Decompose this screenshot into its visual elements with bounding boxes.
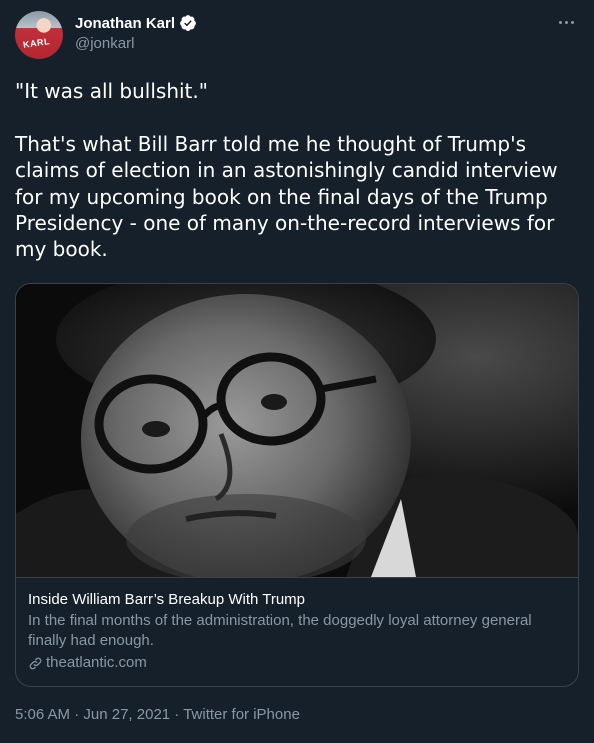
meta-separator: · — [170, 706, 184, 723]
author-handle[interactable]: @jonkarl — [75, 35, 197, 52]
ellipsis-dot — [570, 20, 574, 24]
tweet-date[interactable]: Jun 27, 2021 — [83, 706, 170, 723]
tweet: KARL Jonathan Karl @jonkarl "It was all … — [0, 0, 594, 743]
link-preview-card[interactable]: Inside William Barr’s Breakup With Trump… — [15, 283, 579, 687]
card-divider — [16, 577, 578, 578]
card-image — [16, 284, 578, 577]
portrait-photo-icon — [16, 284, 578, 577]
display-name-row: Jonathan Karl — [75, 13, 197, 33]
ellipsis-dot — [564, 20, 568, 24]
card-description: In the final months of the administratio… — [28, 612, 532, 649]
tweet-time[interactable]: 5:06 AM — [15, 706, 70, 723]
more-options-button[interactable] — [555, 13, 577, 31]
tweet-text: "It was all bullshit." That's what Bill … — [15, 79, 558, 262]
card-body: Inside William Barr’s Breakup With Trump… — [28, 590, 566, 673]
author-name-block: Jonathan Karl @jonkarl — [75, 13, 197, 52]
tweet-header: KARL Jonathan Karl @jonkarl — [15, 11, 579, 59]
tweet-metadata: 5:06 AM · Jun 27, 2021 · Twitter for iPh… — [15, 706, 300, 723]
card-domain: theatlantic.com — [28, 653, 566, 673]
ellipsis-icon — [558, 20, 562, 24]
link-icon — [29, 657, 42, 669]
card-title[interactable]: Inside William Barr’s Breakup With Trump — [28, 590, 566, 610]
verified-badge-icon — [180, 15, 196, 31]
card-domain-text: theatlantic.com — [46, 654, 147, 671]
author-display-name[interactable]: Jonathan Karl — [75, 15, 175, 32]
tweet-source[interactable]: Twitter for iPhone — [183, 706, 300, 723]
author-avatar[interactable]: KARL — [15, 11, 63, 59]
avatar-jersey-text: KARL — [22, 36, 51, 50]
meta-separator: · — [70, 706, 84, 723]
